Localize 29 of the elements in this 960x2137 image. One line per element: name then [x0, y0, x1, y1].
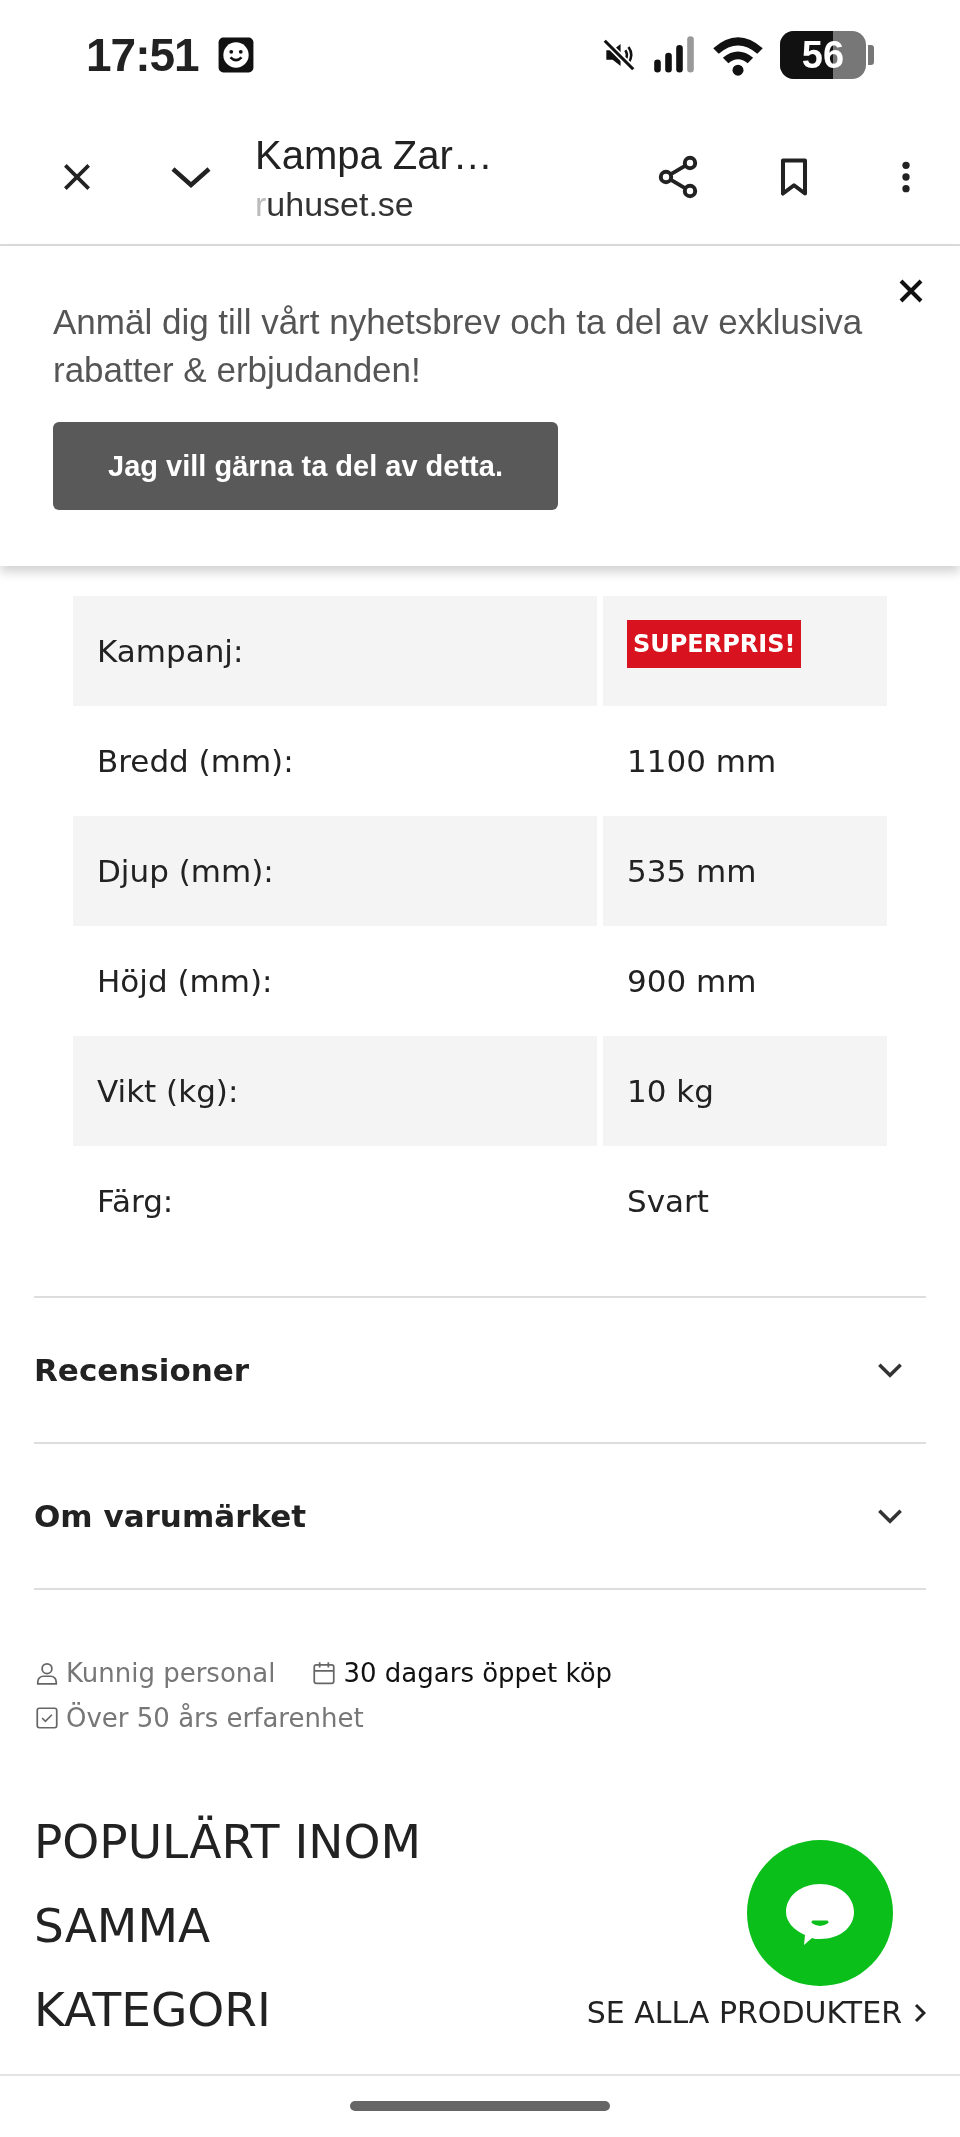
newsletter-button[interactable]: Jag vill gärna ta del av detta.: [53, 422, 558, 510]
page-url[interactable]: ruhuset.se: [255, 182, 654, 226]
spec-label: Höjd (mm):: [96, 962, 274, 1001]
spec-value: 900 mm: [627, 963, 757, 999]
feature-text: Över 50 års erfarenhet: [66, 1702, 364, 1733]
feature-text: Kunnig personal: [66, 1657, 276, 1688]
calendar-icon: [311, 1659, 338, 1686]
mute-icon: [600, 36, 638, 74]
status-time: 17:51: [86, 28, 199, 82]
spec-label: Färg:: [96, 1182, 175, 1221]
spec-label: Kampanj:: [73, 596, 597, 706]
spec-label: Bredd (mm):: [96, 742, 295, 781]
accordion-header[interactable]: Recensioner: [34, 1298, 926, 1444]
spec-value: 10 kg: [627, 1073, 714, 1109]
see-all-link[interactable]: SE ALLA PRODUKTER: [586, 1995, 926, 2030]
checkbox-icon: [34, 1704, 60, 1731]
chevron-right-icon: [914, 2002, 926, 2023]
newsletter-text: Anmäl dig till vårt nyhetsbrev och ta del av exklusiva rabatter & erbjudanden!: [53, 301, 864, 391]
section-heading: POPULÄRT INOM SAMMA KATEGORI: [34, 1813, 422, 2039]
spec-value: 1100 mm: [627, 743, 777, 779]
promo-badge: SUPERPRIS!: [627, 620, 802, 668]
accordion-header[interactable]: Om varumärket: [34, 1444, 926, 1590]
spec-value: Svart: [627, 1183, 709, 1219]
spec-label: Djup (mm):: [73, 816, 597, 926]
spec-label: Vikt (kg):: [73, 1036, 597, 1146]
feature-text: 30 dagars öppet köp: [343, 1657, 613, 1688]
page-title: Kampa Zar…: [255, 132, 494, 179]
app-notification-icon: [216, 36, 255, 74]
spec-value: 535 mm: [627, 853, 757, 889]
